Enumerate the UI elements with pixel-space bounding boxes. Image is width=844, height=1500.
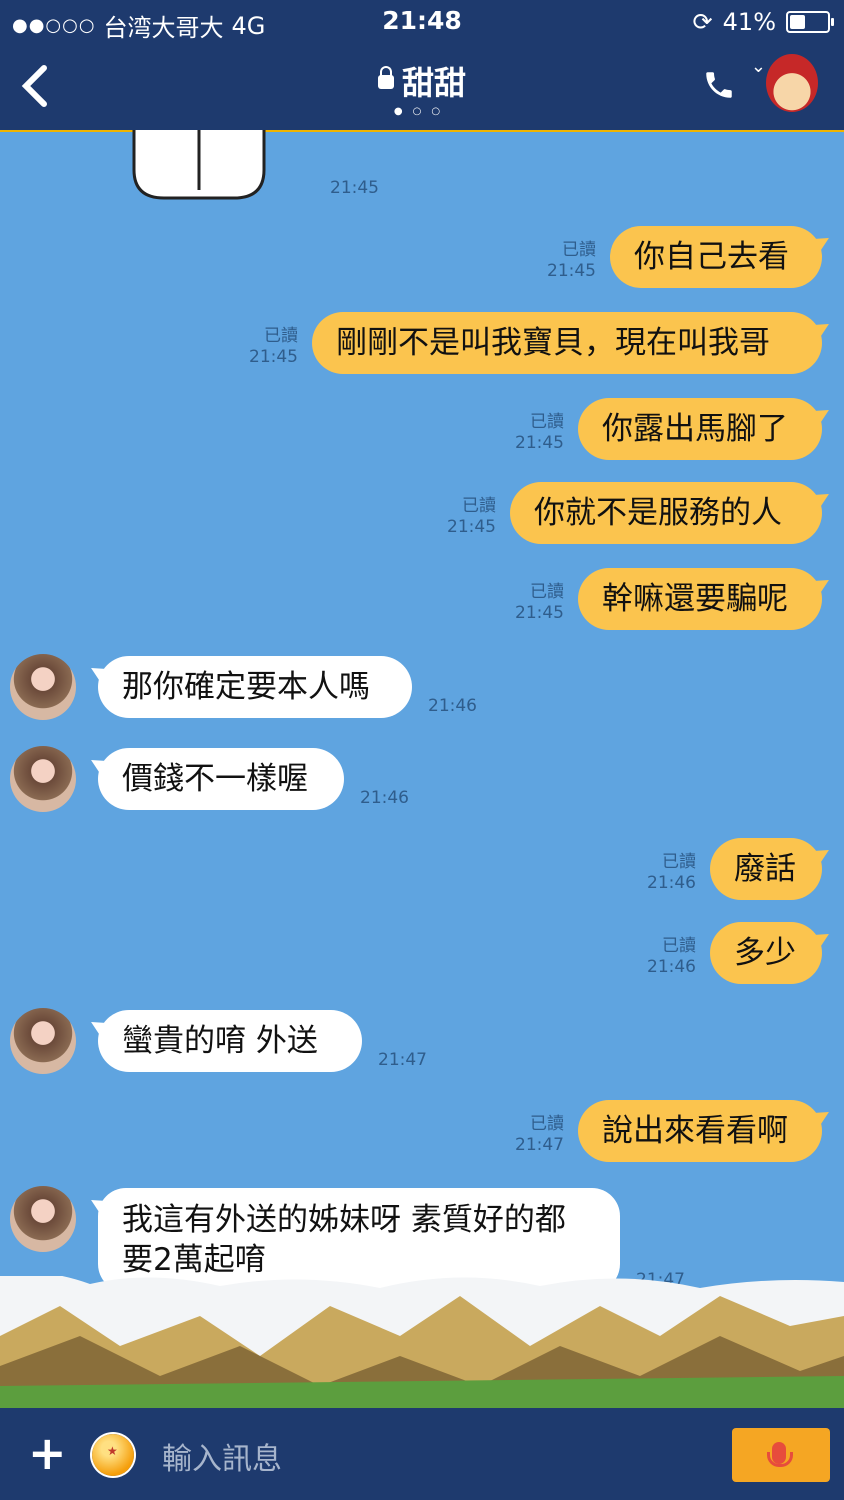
my-message-bubble[interactable]: 剛剛不是叫我寶貝，現在叫我哥 bbox=[312, 312, 822, 374]
chevron-down-icon[interactable]: ⌄ bbox=[751, 56, 766, 77]
my-message-bubble[interactable]: 多少 bbox=[710, 922, 822, 984]
my-message-bubble[interactable]: 你就不是服務的人 bbox=[510, 482, 822, 544]
message-input[interactable]: 輸入訊息 bbox=[162, 1434, 282, 1478]
read-label: 已讀 bbox=[562, 240, 596, 260]
read-receipt: 已讀 21:45 bbox=[447, 496, 496, 538]
battery-fill bbox=[790, 15, 805, 29]
read-label: 已讀 bbox=[264, 326, 298, 346]
background-scenery bbox=[0, 1276, 844, 1408]
message-time: 21:45 bbox=[515, 603, 564, 623]
my-message-bubble[interactable]: 說出來看看啊 bbox=[578, 1100, 822, 1162]
read-label: 已讀 bbox=[530, 1114, 564, 1134]
my-message-bubble[interactable]: 幹嘛還要騙呢 bbox=[578, 568, 822, 630]
lock-icon bbox=[377, 66, 394, 89]
message-time: 21:45 bbox=[330, 178, 379, 198]
contact-avatar[interactable] bbox=[10, 1008, 76, 1074]
my-message-bubble[interactable]: 你露出馬腳了 bbox=[578, 398, 822, 460]
contact-avatar[interactable] bbox=[10, 1186, 76, 1252]
message-time: 21:45 bbox=[447, 517, 496, 537]
voice-button[interactable] bbox=[732, 1428, 830, 1482]
message-time: 21:46 bbox=[647, 957, 696, 977]
contact-avatar[interactable] bbox=[10, 654, 76, 720]
contact-avatar[interactable] bbox=[10, 746, 76, 812]
phone-button[interactable] bbox=[702, 68, 736, 111]
status-right: ⟳ 41% bbox=[692, 8, 834, 36]
chat-header: 甜甜 ●○○ ⌄ bbox=[0, 44, 844, 132]
message-time: 21:45 bbox=[249, 347, 298, 367]
message-time: 21:46 bbox=[647, 873, 696, 893]
status-bar: ●●○○○ 台湾大哥大 4G 21:48 ⟳ 41% bbox=[0, 0, 844, 44]
message-time: 21:47 bbox=[515, 1135, 564, 1155]
message-time: 21:45 bbox=[515, 433, 564, 453]
chat-title-text: 甜甜 bbox=[401, 64, 466, 102]
read-receipt: 已讀 21:45 bbox=[515, 582, 564, 624]
read-receipt: 已讀 21:47 bbox=[515, 1114, 564, 1156]
phone-icon bbox=[706, 72, 732, 98]
read-label: 已讀 bbox=[530, 582, 564, 602]
their-message-bubble[interactable]: 那你確定要本人嗎 bbox=[98, 656, 412, 718]
my-avatar[interactable] bbox=[766, 54, 818, 112]
battery-icon bbox=[786, 11, 834, 33]
read-receipt: 已讀 21:45 bbox=[515, 412, 564, 454]
battery-percent: 41% bbox=[722, 8, 776, 36]
input-bar: + 輸入訊息 bbox=[0, 1408, 844, 1500]
message-time: 21:45 bbox=[547, 261, 596, 281]
read-label: 已讀 bbox=[662, 936, 696, 956]
microphone-icon bbox=[767, 1442, 793, 1467]
read-label: 已讀 bbox=[530, 412, 564, 432]
their-message-bubble[interactable]: 蠻貴的唷 外送 bbox=[98, 1010, 362, 1072]
message-time: 21:46 bbox=[428, 696, 477, 716]
their-message-bubble[interactable]: 價錢不一樣喔 bbox=[98, 748, 344, 810]
message-time: 21:46 bbox=[360, 788, 409, 808]
read-label: 已讀 bbox=[462, 496, 496, 516]
add-button[interactable]: + bbox=[28, 1430, 67, 1476]
sticker-button[interactable] bbox=[92, 1434, 134, 1476]
read-receipt: 已讀 21:46 bbox=[647, 936, 696, 978]
read-receipt: 已讀 21:45 bbox=[547, 240, 596, 282]
chat-area[interactable]: 21:45 你自己去看 已讀 21:45 剛剛不是叫我寶貝，現在叫我哥 已讀 21:45 你露… bbox=[0, 130, 844, 1408]
my-message-bubble[interactable]: 廢話 bbox=[710, 838, 822, 900]
sticker-image bbox=[132, 130, 266, 200]
read-receipt: 已讀 21:46 bbox=[647, 852, 696, 894]
read-label: 已讀 bbox=[662, 852, 696, 872]
rotation-lock-icon: ⟳ bbox=[692, 8, 713, 36]
read-receipt: 已讀 21:45 bbox=[249, 326, 298, 368]
message-time: 21:47 bbox=[378, 1050, 427, 1070]
my-message-bubble[interactable]: 你自己去看 bbox=[610, 226, 822, 288]
